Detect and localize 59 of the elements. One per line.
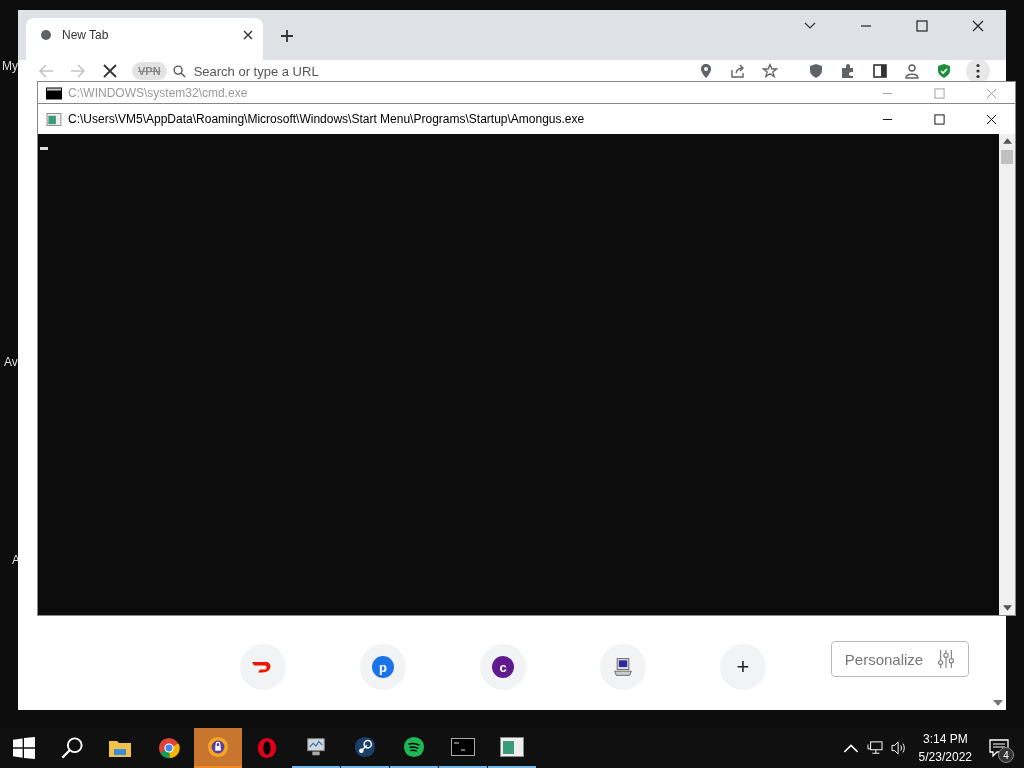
location-pin-icon[interactable] [698, 63, 714, 79]
window-icon [500, 736, 524, 758]
browser-logo-icon [157, 737, 181, 759]
speaker-icon[interactable] [890, 741, 907, 755]
shortcut-letter-icon: c [492, 656, 514, 678]
lock-shield-icon [206, 736, 230, 758]
personalize-button[interactable]: Personalize [831, 641, 969, 677]
maximize-icon[interactable] [934, 113, 945, 125]
scrollbar-thumb[interactable] [1001, 150, 1013, 164]
console-window: C:\WINDOWS\system32\cmd.exe [38, 82, 1015, 104]
shield-icon[interactable] [808, 63, 824, 79]
computer-icon [611, 657, 635, 677]
terminal-icon [46, 86, 62, 100]
close-icon[interactable] [243, 30, 253, 40]
desktop-icon-label[interactable]: Av [4, 355, 18, 369]
ring-logo-icon [255, 737, 279, 759]
monitor-icon [304, 736, 328, 758]
browser-tab[interactable]: New Tab [26, 18, 263, 60]
star-icon[interactable] [762, 63, 778, 79]
globe-icon [40, 29, 52, 41]
close-icon[interactable] [986, 113, 997, 125]
windows-logo-icon[interactable] [12, 737, 36, 759]
clock-time[interactable]: 3:14 PM [922, 732, 968, 746]
scroll-down-arrow-icon[interactable] [1002, 605, 1012, 611]
side-panel-icon[interactable] [872, 63, 888, 79]
shortcut-tile[interactable] [240, 644, 286, 690]
shield-check-icon[interactable] [936, 63, 952, 79]
shortcut-tile[interactable]: c [480, 644, 526, 690]
maximize-icon[interactable] [916, 20, 928, 32]
menu-icon[interactable] [966, 59, 990, 83]
window-icon [46, 112, 62, 126]
notification-count-badge: 4 [998, 747, 1014, 763]
stop-icon[interactable] [102, 63, 118, 79]
new-tab-icon[interactable] [281, 30, 293, 42]
add-shortcut-icon: + [736, 656, 750, 678]
message-icon[interactable] [989, 739, 1009, 757]
puzzle-icon[interactable] [840, 63, 856, 79]
network-icon[interactable] [866, 741, 883, 755]
close-icon[interactable] [972, 20, 984, 32]
sliders-icon [937, 649, 956, 669]
scroll-up-arrow-icon[interactable] [1002, 138, 1012, 144]
scrollbar[interactable] [999, 134, 1015, 615]
text-cursor [40, 147, 48, 150]
profile-icon[interactable] [904, 63, 920, 79]
console-window: C:\Users\VM5\AppData\Roaming\Microsoft\Windows\Start Menu\Programs\Startup\Amongus.exe [38, 104, 1015, 615]
share-icon[interactable] [730, 63, 746, 79]
address-bar[interactable]: Search or type a URL [193, 63, 494, 79]
terminal-icon [451, 736, 475, 758]
search-icon [172, 64, 186, 78]
clock-date[interactable]: 5/23/2022 [918, 750, 972, 764]
shortcut-tile[interactable]: p [360, 644, 406, 690]
scroll-down-arrow-icon[interactable] [993, 700, 1003, 706]
search-icon[interactable] [60, 737, 84, 759]
desktop-icon-label[interactable]: My [2, 59, 18, 73]
music-logo-icon [402, 736, 426, 758]
shortcut-tile[interactable]: + [720, 644, 766, 690]
shortcut-tile[interactable] [600, 644, 646, 690]
steam-logo-icon [353, 736, 377, 758]
shortcut-letter-icon: p [372, 656, 394, 678]
